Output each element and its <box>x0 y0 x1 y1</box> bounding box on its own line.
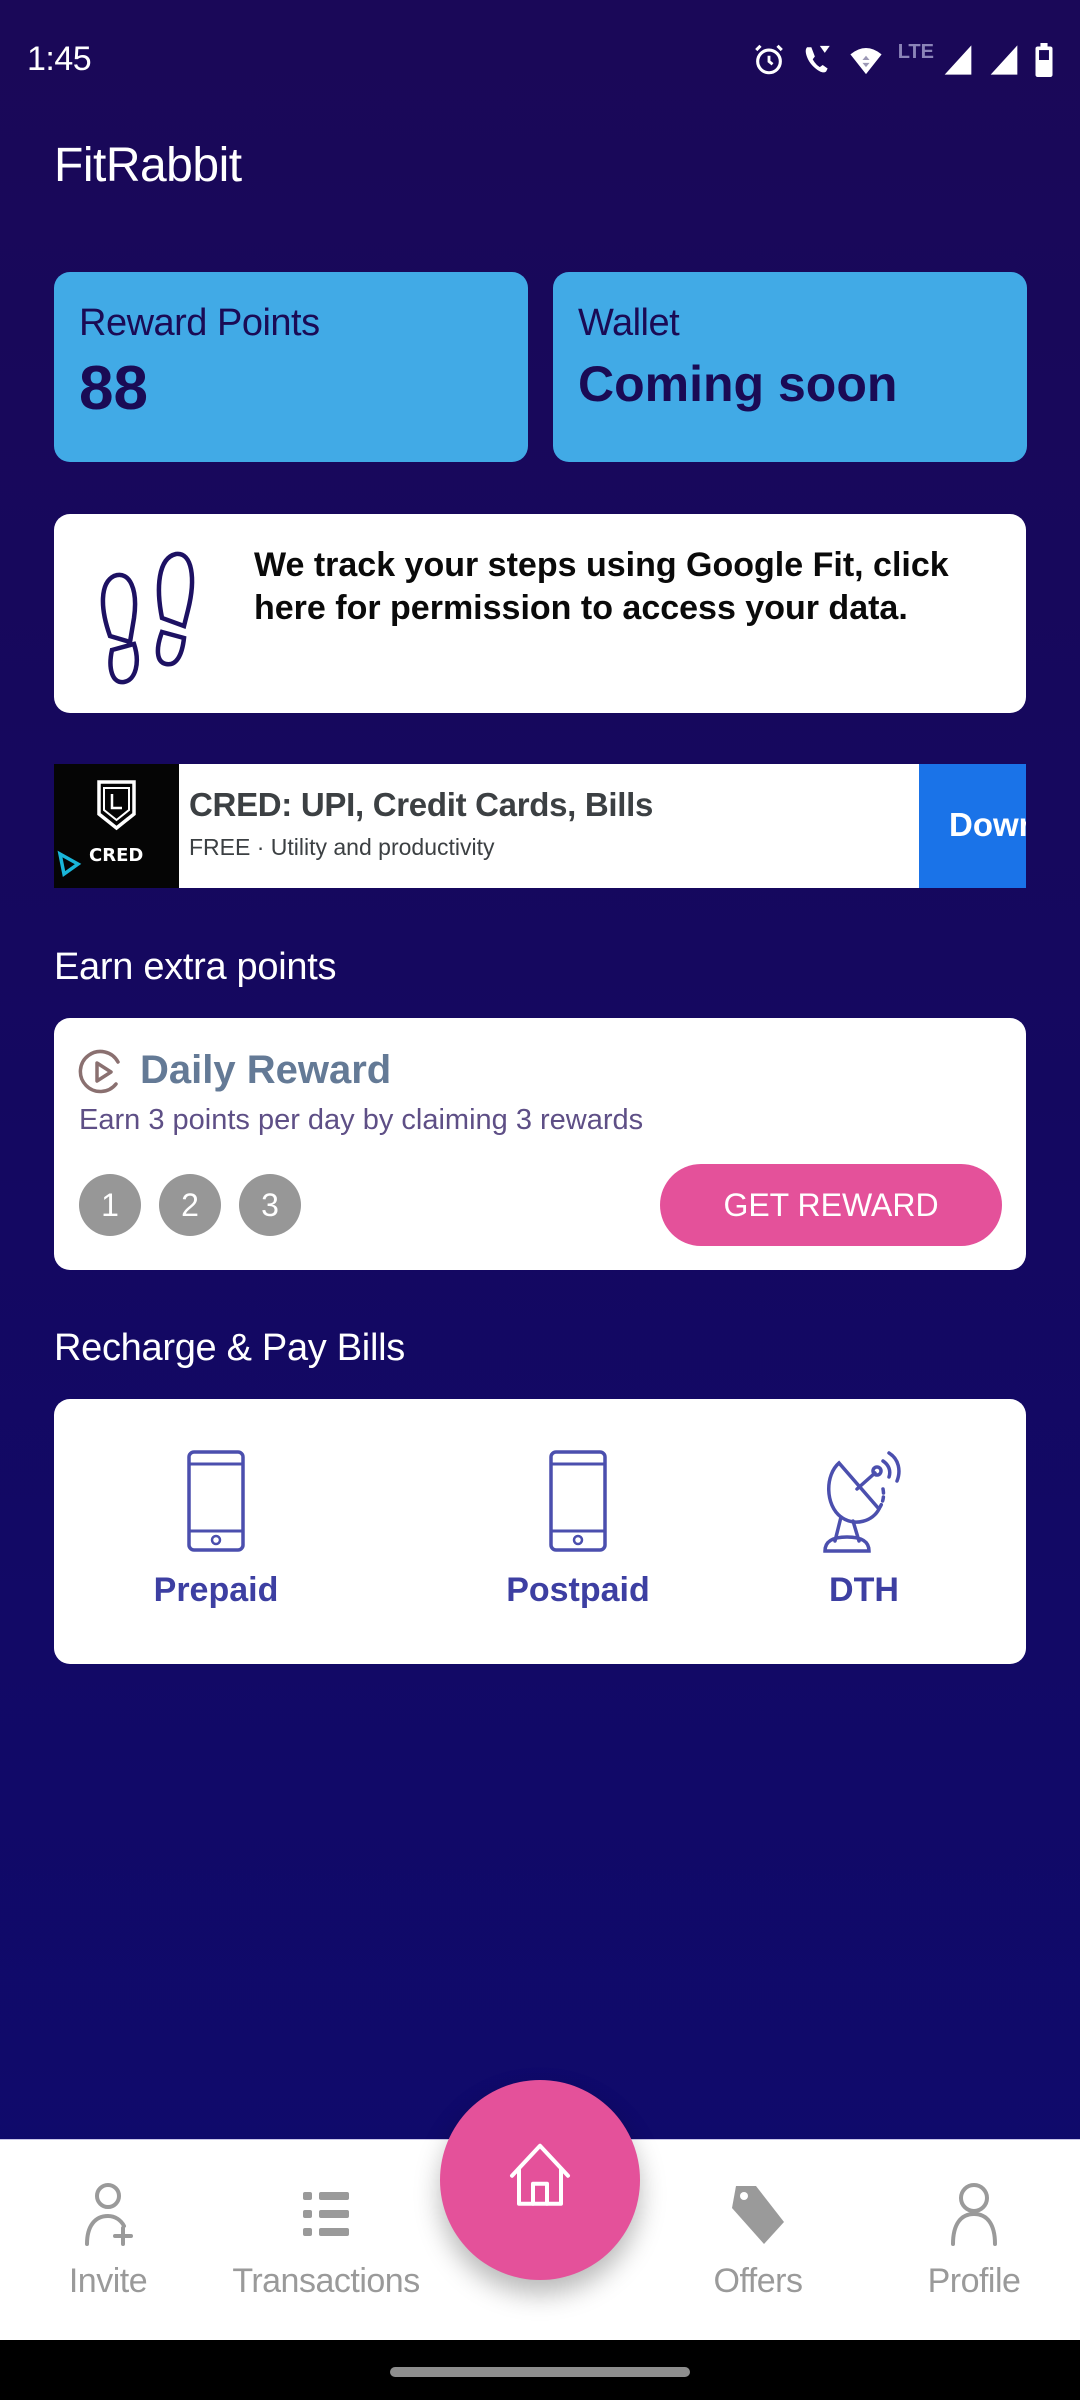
wifi-icon <box>850 47 882 75</box>
ad-banner[interactable]: CRED CRED: UPI, Credit Cards, Bills FREE… <box>54 764 1026 888</box>
home-fab-button[interactable] <box>440 2080 640 2280</box>
nav-profile-label: Profile <box>927 2262 1021 2300</box>
nav-invite[interactable]: Invite <box>20 2140 196 2341</box>
add-user-icon <box>85 2183 133 2246</box>
recharge-prepaid-label: Prepaid <box>153 1571 279 1609</box>
recharge-section-title: Recharge & Pay Bills <box>54 1327 405 1369</box>
reward-step-1: 1 <box>79 1174 141 1236</box>
user-icon <box>951 2183 997 2246</box>
signal-icon <box>944 45 972 75</box>
google-fit-message: We track your steps using Google Fit, cl… <box>254 546 949 627</box>
wallet-label: Wallet <box>578 302 680 344</box>
wifi-calling-icon <box>805 45 830 73</box>
play-circle-icon <box>78 1049 120 1094</box>
satellite-dish-icon <box>823 1451 901 1553</box>
status-icons: LTE <box>752 38 1054 82</box>
svg-text:CRED: CRED <box>89 845 143 866</box>
recharge-dth-label: DTH <box>829 1571 899 1609</box>
get-reward-button[interactable]: GET REWARD <box>660 1164 1002 1246</box>
alarm-icon <box>754 44 783 75</box>
battery-icon <box>1035 43 1053 77</box>
wallet-value: Coming soon <box>578 356 898 412</box>
home-icon <box>510 2143 570 2206</box>
nav-transactions-label: Transactions <box>232 2262 420 2300</box>
cred-logo: CRED <box>54 764 179 888</box>
recharge-card: Prepaid Postpaid DTH <box>54 1399 1026 1664</box>
daily-reward-title: Daily Reward <box>140 1048 392 1092</box>
daily-reward-subtitle: Earn 3 points per day by claiming 3 rewa… <box>79 1104 644 1136</box>
signal-icon <box>990 45 1018 75</box>
nav-invite-label: Invite <box>68 2262 148 2300</box>
app-title: FitRabbit <box>54 139 242 192</box>
reward-step-3: 3 <box>239 1174 301 1236</box>
smartphone-icon <box>549 1450 607 1552</box>
nav-offers[interactable]: Offers <box>660 2140 856 2341</box>
nav-offers-label: Offers <box>713 2262 803 2300</box>
reward-step-2: 2 <box>159 1174 221 1236</box>
network-type-label: LTE <box>897 40 934 63</box>
earn-section-title: Earn extra points <box>54 946 337 988</box>
smartphone-icon <box>187 1450 245 1552</box>
status-time: 1:45 <box>27 40 92 78</box>
google-fit-permission-card[interactable]: We track your steps using Google Fit, cl… <box>54 514 1026 713</box>
ad-download-button[interactable]: Download <box>919 764 1026 888</box>
daily-reward-card: Daily Reward Earn 3 points per day by cl… <box>54 1018 1026 1270</box>
list-icon <box>303 2192 349 2236</box>
recharge-postpaid-label: Postpaid <box>506 1571 650 1609</box>
home-gesture-handle[interactable] <box>390 2367 690 2377</box>
nav-profile[interactable]: Profile <box>876 2140 1072 2341</box>
reward-points-card[interactable]: Reward Points 88 <box>54 272 528 462</box>
recharge-prepaid[interactable]: Prepaid <box>54 1399 378 1664</box>
recharge-dth[interactable]: DTH <box>702 1399 1026 1664</box>
reward-points-value: 88 <box>79 354 148 423</box>
wallet-card[interactable]: Wallet Coming soon <box>553 272 1027 462</box>
footprints-icon <box>100 551 195 685</box>
nav-transactions[interactable]: Transactions <box>216 2140 436 2341</box>
reward-points-label: Reward Points <box>79 302 320 344</box>
ad-title: CRED: UPI, Credit Cards, Bills <box>189 786 654 823</box>
recharge-postpaid[interactable]: Postpaid <box>416 1399 740 1664</box>
ad-subtitle: FREE · Utility and productivity <box>189 834 495 860</box>
tag-icon <box>732 2186 784 2244</box>
